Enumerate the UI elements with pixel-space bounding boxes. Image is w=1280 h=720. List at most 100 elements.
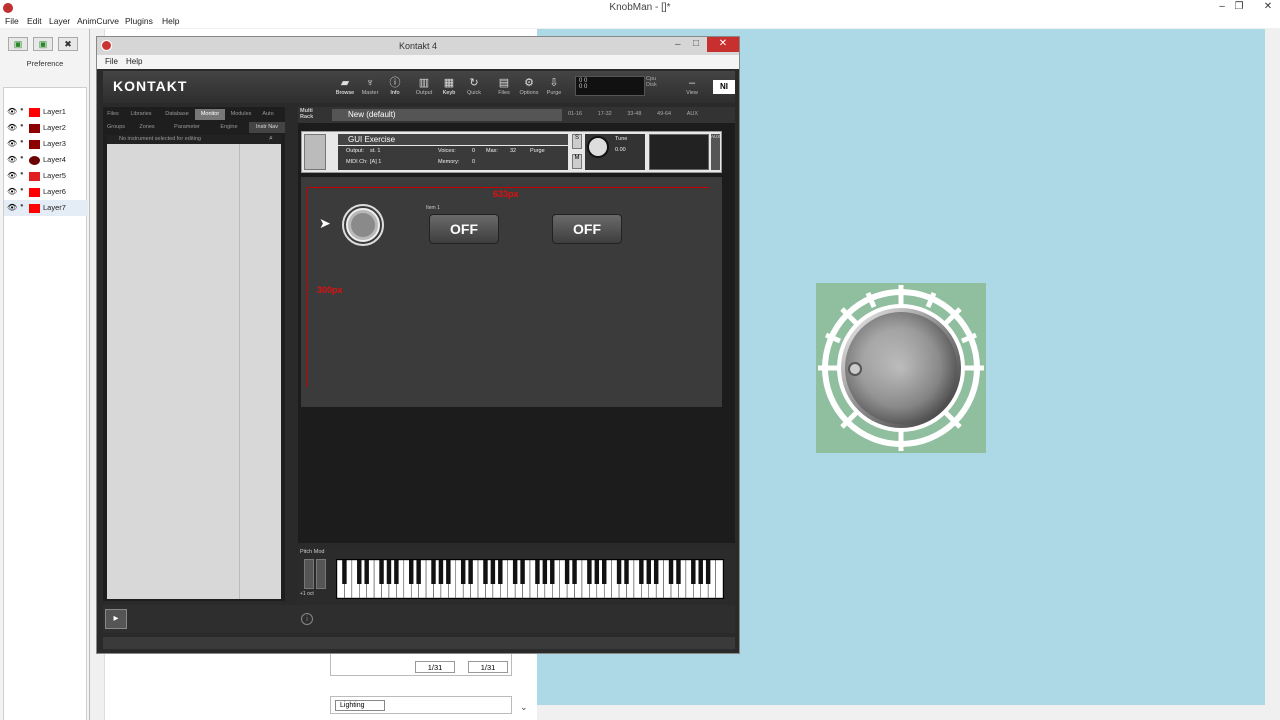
restore-button[interactable]: ❐ [1231,1,1247,13]
solo-dot-icon[interactable]: ● [20,107,24,113]
panel-knob[interactable] [341,203,385,247]
canvas-vertical-scrollbar[interactable] [1265,29,1280,705]
black-key[interactable] [616,560,622,584]
delete-layer-button[interactable]: ✖ [58,37,78,51]
visibility-icon[interactable]: 👁 [7,171,17,180]
black-key[interactable] [653,560,659,584]
kontakt-close-button[interactable]: ✕ [707,37,739,52]
tab-groups[interactable]: Groups [103,122,129,133]
visibility-icon[interactable]: 👁 [7,123,17,132]
black-key[interactable] [602,560,607,584]
octave-label[interactable]: +1 oct [300,591,314,597]
solo-button[interactable]: S [572,134,582,149]
black-key[interactable] [446,560,451,584]
white-key[interactable] [715,559,724,599]
duplicate-layer-button[interactable]: ▣ [33,37,53,51]
kontakt-minimize-button[interactable]: – [675,39,681,50]
close-button[interactable]: ✕ [1260,1,1276,13]
menu-layer[interactable]: Layer [49,15,70,28]
output-button[interactable]: ▥ Output [413,76,435,96]
black-key[interactable] [705,560,711,584]
menu-animcurve[interactable]: AnimCurve [77,15,119,28]
visibility-icon[interactable]: 👁 [7,139,17,148]
black-key[interactable] [379,560,384,584]
visibility-icon[interactable]: 👁 [7,107,17,116]
black-key[interactable] [483,560,488,584]
purge-dropdown[interactable]: Purge [530,148,545,154]
black-key[interactable] [564,560,570,584]
rack-page[interactable]: 01-16 [568,111,582,117]
bottom-scrollbar[interactable] [103,637,735,649]
instrument-icon[interactable] [304,134,326,170]
black-key[interactable] [342,560,347,584]
master-button[interactable]: ♆ Master [359,76,381,96]
layer-item[interactable]: 👁 ● Layer1 [4,104,88,120]
tune-knob[interactable] [587,136,609,158]
layer-item[interactable]: 👁 ● Layer5 [4,168,88,184]
output-value[interactable]: st. 1 [370,148,380,154]
multi-name-field[interactable]: New (default) [332,109,562,121]
info-icon[interactable]: i [301,613,313,625]
black-key[interactable] [676,560,681,584]
max-value[interactable]: 32 [510,148,516,154]
midi-value[interactable]: [A] 1 [370,159,381,165]
files-button[interactable]: ▤ Files [493,76,515,96]
black-key[interactable] [639,560,644,584]
black-key[interactable] [490,560,496,584]
black-key[interactable] [394,560,399,584]
solo-dot-icon[interactable]: ● [20,203,24,209]
kontakt-maximize-button[interactable]: □ [693,38,699,49]
solo-dot-icon[interactable]: ● [20,155,24,161]
black-key[interactable] [498,560,503,584]
pitch-wheel[interactable] [304,559,314,589]
black-key[interactable] [357,560,362,584]
visibility-icon[interactable]: 👁 [7,187,17,196]
black-key[interactable] [587,560,592,584]
tab-monitor[interactable]: Monitor [195,109,225,120]
black-key[interactable] [416,560,421,584]
add-layer-button[interactable]: ▣ [8,37,28,51]
rack-page[interactable]: 33-48 [627,111,641,117]
solo-dot-icon[interactable]: ● [20,171,24,177]
chevron-down-icon[interactable]: ⌄ [520,702,528,713]
layer-item[interactable]: 👁 ● Layer7 [4,200,88,216]
black-key[interactable] [468,560,473,584]
info-button[interactable]: ⓘ Info [384,76,406,96]
black-key[interactable] [386,560,392,584]
visibility-icon[interactable]: 👁 [7,203,17,212]
preference-label[interactable]: Preference [3,59,87,68]
mute-button[interactable]: M [572,154,582,169]
black-key[interactable] [550,560,555,584]
black-key[interactable] [542,560,548,584]
solo-dot-icon[interactable]: ● [20,139,24,145]
black-key[interactable] [698,560,703,584]
purge-button[interactable]: ⇩ Purge [543,76,565,96]
black-key[interactable] [535,560,540,584]
black-key[interactable] [624,560,629,584]
piano-keys[interactable] [336,559,724,599]
keyb-button[interactable]: ▦ Keyb [438,76,460,96]
menu-file[interactable]: File [5,15,19,28]
tab-zones[interactable]: Zones [129,122,165,133]
visibility-icon[interactable]: 👁 [7,155,17,164]
layer-item[interactable]: 👁 ● Layer6 [4,184,88,200]
quick-button[interactable]: ↻ Quick [463,76,485,96]
black-key[interactable] [646,560,651,584]
tab-instr-nav[interactable]: Instr Nav [249,122,285,133]
rack-page[interactable]: 17-32 [598,111,612,117]
minimize-button[interactable]: – [1214,1,1230,13]
tab-auto[interactable]: Auto [257,109,279,120]
solo-dot-icon[interactable]: ● [20,123,24,129]
menu-help[interactable]: Help [162,15,179,28]
frame-spinner-b[interactable]: 1/31 [468,661,508,673]
black-key[interactable] [668,560,674,584]
canvas-horizontal-scrollbar[interactable] [537,705,1265,720]
black-key[interactable] [520,560,525,584]
options-button[interactable]: ⚙ Options [518,76,540,96]
tab-libraries[interactable]: Libraries [123,109,159,120]
black-key[interactable] [594,560,600,584]
black-key[interactable] [460,560,466,584]
tab-database[interactable]: Database [159,109,195,120]
view-button[interactable]: – View [681,76,703,96]
lighting-tab[interactable]: Lighting [335,700,385,711]
